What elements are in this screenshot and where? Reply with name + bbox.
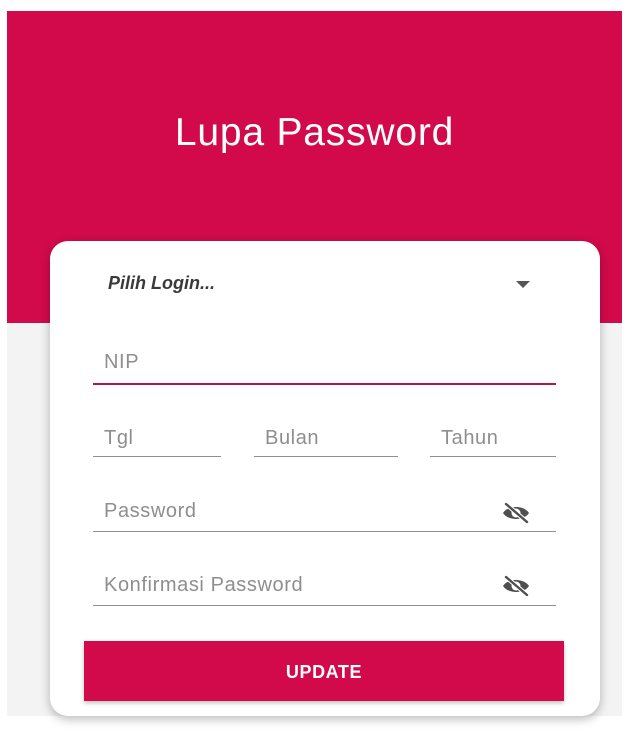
forgot-password-screen: Lupa Password Pilih Login... NIP Tgl Bul… [0,0,629,753]
day-placeholder: Tgl [104,427,134,449]
form-card: Pilih Login... NIP Tgl Bulan Tahun Passw… [50,241,600,716]
update-button[interactable]: UPDATE [84,641,564,701]
year-underline [430,456,556,457]
year-field[interactable]: Tahun [430,419,556,457]
confirm-password-field[interactable]: Konfirmasi Password [93,567,556,606]
caret-down-icon[interactable] [516,281,530,288]
day-underline [93,456,221,457]
password-underline [93,531,556,532]
month-underline [254,456,398,457]
password-placeholder: Password [104,500,197,522]
nip-field[interactable]: NIP [93,341,556,385]
login-type-select[interactable]: Pilih Login... [106,269,536,299]
month-placeholder: Bulan [265,427,320,449]
year-placeholder: Tahun [441,427,499,449]
page-title: Lupa Password [174,111,455,154]
nip-underline [93,383,556,385]
nip-placeholder: NIP [104,351,140,373]
day-field[interactable]: Tgl [93,419,221,457]
month-field[interactable]: Bulan [254,419,398,457]
eye-off-icon[interactable] [501,575,531,597]
confirm-password-placeholder: Konfirmasi Password [104,574,304,596]
password-field[interactable]: Password [93,493,556,532]
login-type-label: Pilih Login... [108,273,215,293]
confirm-password-underline [93,605,556,606]
eye-off-icon[interactable] [501,502,531,524]
